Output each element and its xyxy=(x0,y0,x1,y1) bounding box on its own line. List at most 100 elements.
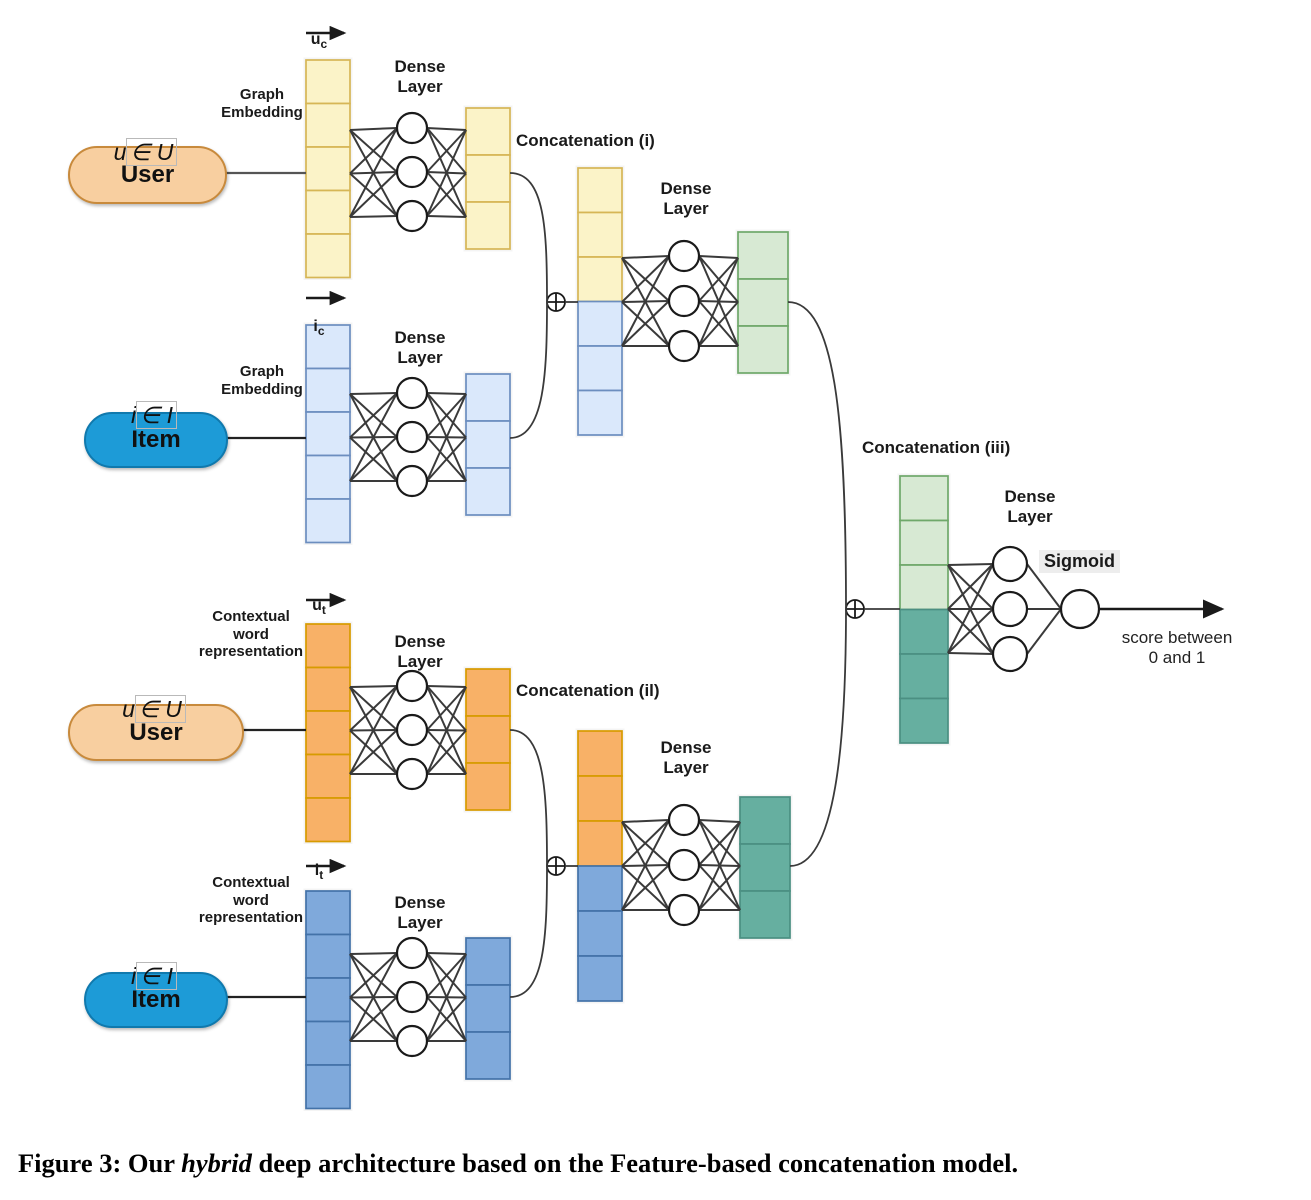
vector-i-t-input-cell xyxy=(305,1020,351,1066)
sigmoid-output-node xyxy=(1059,588,1101,630)
vector-concat-ii-output-cell xyxy=(739,890,791,939)
set-var: u xyxy=(113,139,127,166)
vector-i-c-output-cell xyxy=(465,420,511,469)
vector-concatenation-iii-cell-top xyxy=(899,475,949,522)
set-expr-user-top: u ∈ U xyxy=(68,112,223,167)
vector-u-c-input-cell xyxy=(305,233,351,279)
vector-i-c-input-cell xyxy=(305,411,351,457)
dense-user-graph-node xyxy=(395,111,429,145)
vector-concatenation-iii-cell-bottom xyxy=(899,697,949,744)
vector-i-t-input-cell xyxy=(305,933,351,979)
vector-concatenation-iii-cell-bottom xyxy=(899,608,949,655)
vector-i-c-input-cell xyxy=(305,498,351,544)
vector-i-t-output-cell xyxy=(465,984,511,1033)
label-sigmoid-activation: Sigmoid xyxy=(1039,550,1120,574)
vector-u-c-input-cell xyxy=(305,189,351,235)
label-graph-embedding-user: Graph Embedding xyxy=(221,86,303,121)
dense-item-context-edge-out xyxy=(426,952,467,955)
curve-it-to-concat-ii xyxy=(509,865,548,998)
label-dense-layer-item-graph: Dense Layer xyxy=(394,328,446,368)
set-expr-item-top: i ∈ I xyxy=(84,375,224,430)
vector-label-u-c: uc xyxy=(310,31,328,52)
vector-u-t-input-cell xyxy=(305,666,351,712)
vector-concatenation-i-cell-bottom xyxy=(577,300,623,347)
set-member: ∈ I xyxy=(136,962,177,991)
label-concatenation-ii: Concatenation (il) xyxy=(516,681,660,700)
vector-concatenation-iii-cell-bottom xyxy=(899,653,949,700)
label-dense-layer-user-graph: Dense Layer xyxy=(394,57,446,97)
dense-user-graph-edge-out xyxy=(426,127,467,131)
dense-concat-i-node xyxy=(667,239,701,273)
dense-concat-ii-node xyxy=(667,848,701,882)
label-output-score: score between 0 and 1 xyxy=(1121,628,1233,668)
vector-i-c-output-cell xyxy=(465,373,511,422)
dense-concat-ii-node xyxy=(667,893,701,927)
vector-concatenation-iii-cell-top xyxy=(899,564,949,611)
vector-concatenation-ii-cell-bottom xyxy=(577,865,623,912)
set-var: u xyxy=(122,696,135,723)
dense-concat-iii-node xyxy=(991,635,1029,673)
vector-u-t-output-cell xyxy=(465,762,511,811)
dense-user-graph-edge-in xyxy=(349,215,398,218)
dense-user-context-node xyxy=(395,669,429,703)
dense-item-context-node xyxy=(395,1024,429,1058)
pill-item-top-label: Item xyxy=(131,426,181,453)
vector-u-c-input-cell xyxy=(305,59,351,105)
vector-concatenation-i-cell-top xyxy=(577,256,623,303)
dense-user-context-edge-in xyxy=(349,685,398,688)
dense-concat-ii-edge-out xyxy=(698,819,741,823)
vector-i-c-input-cell xyxy=(305,454,351,500)
dense-concat-iii-edge-in xyxy=(947,652,994,655)
label-graph-embedding-item: Graph Embedding xyxy=(221,363,303,398)
vector-u-t-input-cell xyxy=(305,797,351,843)
dense-item-context-node xyxy=(395,980,429,1014)
dense-user-context-edge-out xyxy=(426,685,467,688)
vector-label-i-c: ic xyxy=(313,318,325,339)
curve-concat-ii-to-iii xyxy=(789,608,847,867)
set-member: ∈ I xyxy=(136,401,177,430)
dense-user-graph-node xyxy=(395,199,429,233)
vector-concat-i-output-cell xyxy=(737,278,789,327)
dense-concat-i-edge-out xyxy=(698,255,739,259)
figure-3-diagram: User u ∈ U Graph Embedding uc Dense Layer… xyxy=(0,0,1311,1200)
dense-user-graph-edge-in xyxy=(349,127,398,131)
vector-concatenation-ii-cell-bottom xyxy=(577,955,623,1002)
vector-concat-i-output-cell xyxy=(737,231,789,280)
label-concatenation-i: Concatenation (i) xyxy=(516,131,655,150)
vector-i-t-output-cell xyxy=(465,1031,511,1080)
dense-concat-iii-node xyxy=(991,590,1029,628)
vector-concatenation-i-cell-top xyxy=(577,167,623,214)
curve-ut-to-concat-ii xyxy=(509,729,548,867)
label-concatenation-iii: Concatenation (iii) xyxy=(862,438,1011,457)
vector-label-u-t: ut xyxy=(312,597,326,618)
vector-u-t-output-cell xyxy=(465,715,511,764)
vector-u-t-input-cell xyxy=(305,710,351,756)
vector-i-c-output-cell xyxy=(465,467,511,516)
dense-concat-iii-node xyxy=(991,545,1029,583)
caption-prefix: Figure 3: Our xyxy=(18,1148,182,1178)
dense-user-context-node xyxy=(395,713,429,747)
vector-concatenation-ii-cell-top xyxy=(577,820,623,867)
dense-user-graph-edge-out xyxy=(426,215,467,218)
dense-item-graph-node xyxy=(395,420,429,454)
label-dense-layer-concat-iii: Dense Layer xyxy=(1004,487,1056,527)
vector-concat-i-output-cell xyxy=(737,325,789,374)
vector-i-t-input-cell xyxy=(305,977,351,1023)
vector-i-t-input-cell xyxy=(305,1064,351,1110)
caption-suffix: deep architecture based on the Feature-b… xyxy=(251,1148,1019,1178)
vector-i-t-output-cell xyxy=(465,937,511,986)
vector-concat-ii-output-cell xyxy=(739,796,791,845)
figure-caption: Figure 3: Our hybrid deep architecture b… xyxy=(18,1148,1298,1179)
set-expr-user-bottom: u ∈ U xyxy=(68,669,240,724)
vector-label-i-t: it xyxy=(314,862,324,883)
dense-user-graph-node xyxy=(395,155,429,189)
dense-item-graph-node xyxy=(395,464,429,498)
dense-concat-iii-edge-in xyxy=(947,563,994,566)
set-member: ∈ U xyxy=(126,138,178,167)
curve-uc-to-concat-i xyxy=(509,172,548,303)
vector-concatenation-ii-cell-top xyxy=(577,775,623,822)
dense-item-graph-node xyxy=(395,376,429,410)
vector-u-t-output-cell xyxy=(465,668,511,717)
set-expr-item-bottom: i ∈ I xyxy=(84,936,224,991)
dense-concat-iii-edge-to-sigmoid xyxy=(1026,608,1062,655)
